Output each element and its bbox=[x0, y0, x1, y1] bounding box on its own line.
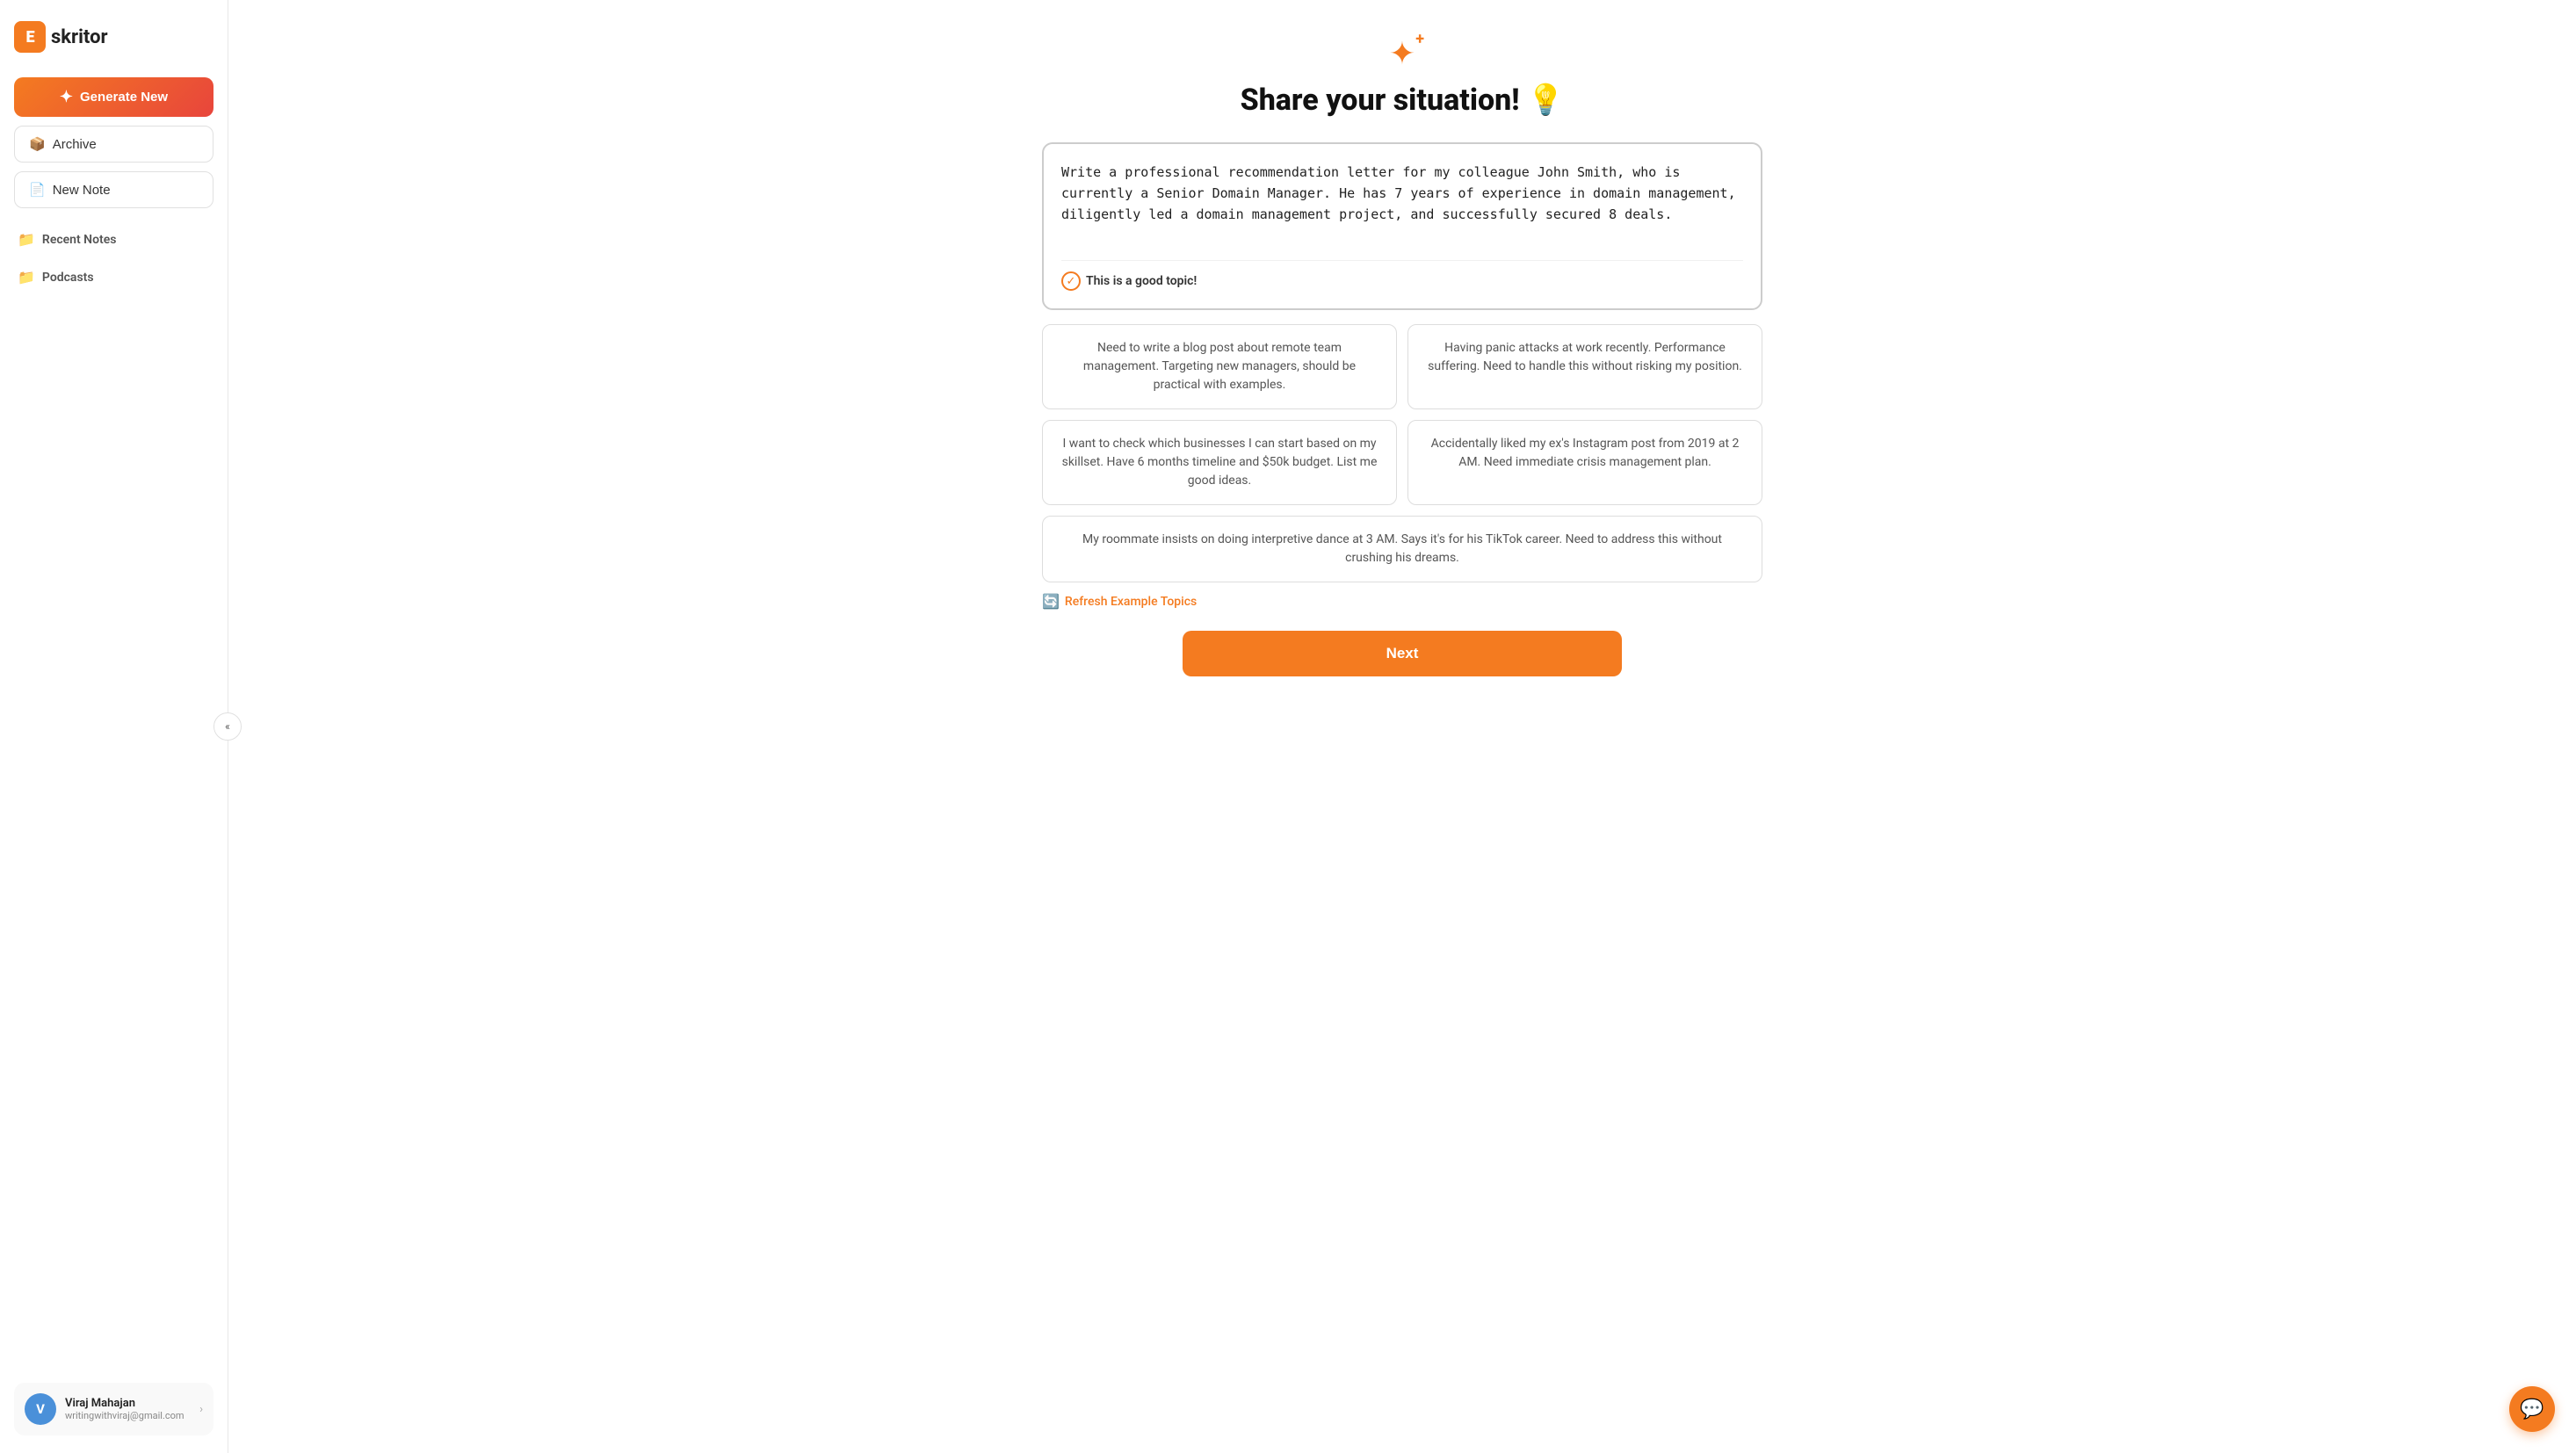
user-info: Viraj Mahajan writingwithviraj@gmail.com bbox=[65, 1397, 191, 1421]
support-icon: 💬 bbox=[2520, 1399, 2543, 1420]
podcasts-label: Podcasts bbox=[42, 271, 94, 285]
logo-area: E skritor bbox=[14, 18, 213, 56]
next-button[interactable]: Next bbox=[1183, 631, 1622, 676]
recent-notes-section: 📁 Recent Notes bbox=[18, 231, 213, 248]
new-note-button[interactable]: 📄 New Note bbox=[14, 171, 213, 208]
sparkle-icon: ✦ bbox=[1389, 35, 1415, 72]
example-card-1[interactable]: Need to write a blog post about remote t… bbox=[1042, 324, 1397, 409]
example-card-3[interactable]: I want to check which businesses I can s… bbox=[1042, 420, 1397, 505]
avatar: V bbox=[25, 1393, 56, 1425]
user-email: writingwithviraj@gmail.com bbox=[65, 1410, 191, 1421]
profile-chevron-icon: › bbox=[199, 1403, 203, 1416]
good-topic-badge: ✓ This is a good topic! bbox=[1061, 260, 1743, 291]
archive-icon: 📦 bbox=[29, 136, 46, 152]
good-topic-text: This is a good topic! bbox=[1086, 274, 1197, 288]
user-name: Viraj Mahajan bbox=[65, 1397, 191, 1410]
archive-label: Archive bbox=[53, 137, 97, 152]
logo-text: skritor bbox=[51, 26, 108, 48]
page-title: Share your situation! 💡 bbox=[1241, 83, 1565, 118]
generate-new-button[interactable]: ✦ Generate New bbox=[14, 77, 213, 117]
collapse-sidebar-button[interactable]: « bbox=[213, 712, 242, 741]
sidebar: E skritor ✦ Generate New 📦 Archive 📄 New… bbox=[0, 0, 228, 1453]
new-note-icon: 📄 bbox=[29, 182, 46, 198]
situation-textarea[interactable] bbox=[1061, 162, 1743, 246]
support-button[interactable]: 💬 bbox=[2509, 1386, 2555, 1432]
refresh-label: Refresh Example Topics bbox=[1065, 595, 1197, 609]
user-profile[interactable]: V Viraj Mahajan writingwithviraj@gmail.c… bbox=[14, 1383, 213, 1435]
example-topics-grid: Need to write a blog post about remote t… bbox=[1042, 324, 1762, 582]
archive-button[interactable]: 📦 Archive bbox=[14, 126, 213, 163]
main-content: ✦ Share your situation! 💡 ✓ This is a go… bbox=[228, 0, 2576, 1453]
folder-icon: 📁 bbox=[18, 231, 35, 248]
example-card-5[interactable]: My roommate insists on doing interpretiv… bbox=[1042, 516, 1762, 582]
collapse-icon: « bbox=[225, 720, 230, 733]
check-circle-icon: ✓ bbox=[1061, 271, 1081, 291]
generate-new-label: Generate New bbox=[80, 90, 168, 105]
refresh-topics-button[interactable]: 🔄 Refresh Example Topics bbox=[1042, 593, 1762, 610]
example-card-4[interactable]: Accidentally liked my ex's Instagram pos… bbox=[1407, 420, 1762, 505]
situation-input-wrapper: ✓ This is a good topic! bbox=[1042, 142, 1762, 310]
star-icon: ✦ bbox=[60, 88, 73, 106]
new-note-label: New Note bbox=[53, 183, 111, 198]
podcasts-section: 📁 Podcasts bbox=[18, 269, 213, 286]
logo-icon: E bbox=[14, 21, 46, 53]
podcast-folder-icon: 📁 bbox=[18, 269, 35, 286]
refresh-icon: 🔄 bbox=[1042, 593, 1060, 610]
example-card-2[interactable]: Having panic attacks at work recently. P… bbox=[1407, 324, 1762, 409]
recent-notes-label: Recent Notes bbox=[42, 233, 117, 247]
